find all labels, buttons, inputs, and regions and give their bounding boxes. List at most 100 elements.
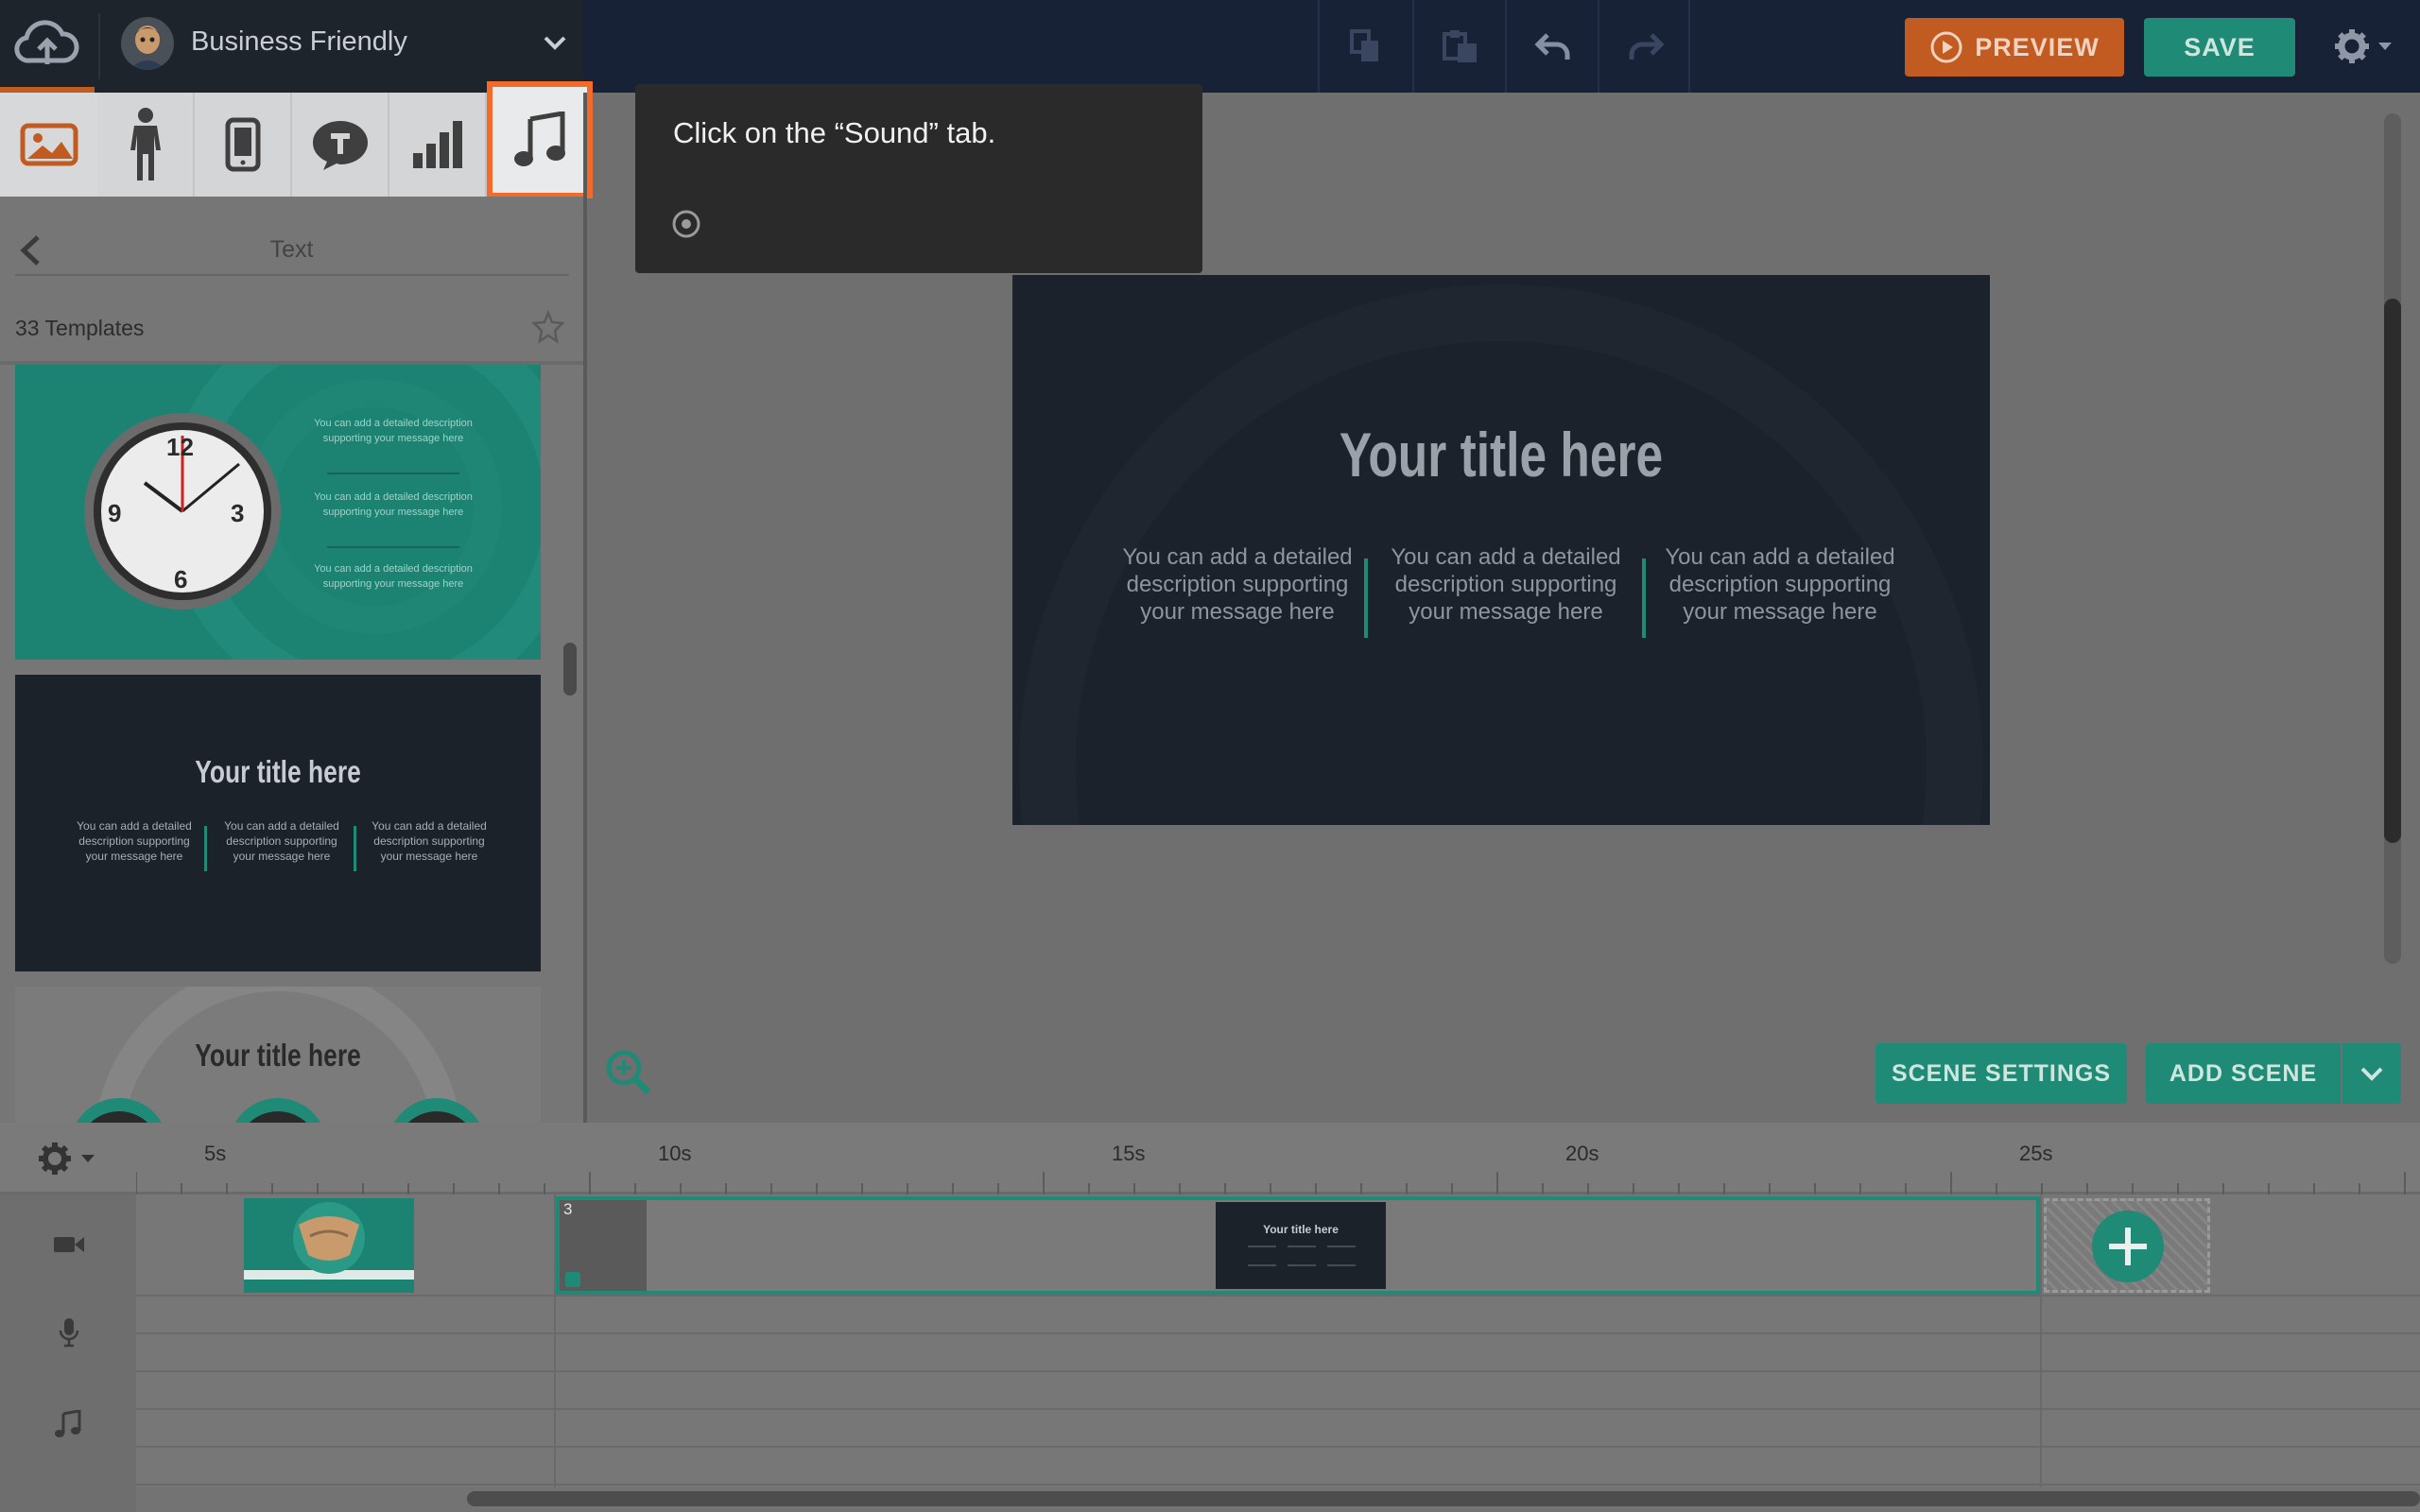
topbar-divider <box>98 13 100 79</box>
tutorial-tooltip: Click on the “Sound” tab. <box>635 84 1202 273</box>
tab-text[interactable] <box>292 93 389 197</box>
speech-bubble-icon <box>312 121 368 170</box>
avatar <box>121 17 174 70</box>
settings-gear-icon[interactable] <box>2335 26 2397 71</box>
scene-handle[interactable] <box>565 1272 580 1287</box>
add-scene-button[interactable]: ADD SCENE <box>2146 1043 2341 1104</box>
template-description: You can add a detailed description suppo… <box>314 491 473 518</box>
timeline-tick-label: 25s <box>2019 1142 2053 1165</box>
mini-text-lines <box>1248 1246 1276 1266</box>
tooltip-step-indicator-icon[interactable] <box>671 209 701 244</box>
scene-block-selected[interactable]: 3 Your title here <box>556 1196 2040 1295</box>
template-description: You can add a detailed description suppo… <box>314 563 473 590</box>
music-note-icon <box>514 112 565 166</box>
tab-charts[interactable] <box>389 93 487 197</box>
person-icon <box>130 108 161 180</box>
scene-thumbnail[interactable]: Your title here <box>1216 1202 1386 1289</box>
timeline-tick-label: 20s <box>1565 1142 1599 1165</box>
template-description: You can add a detailed description suppo… <box>372 819 487 863</box>
asset-tabs <box>0 81 593 198</box>
stage-description: You can add a detailed description suppo… <box>1122 544 1353 625</box>
tab-sound[interactable] <box>487 81 593 198</box>
track-divider <box>136 1446 2420 1448</box>
track-divider <box>136 1295 2420 1297</box>
microphone-icon <box>59 1317 79 1352</box>
tab-images[interactable] <box>0 93 97 197</box>
scene-thumbnail[interactable] <box>244 1198 414 1293</box>
template-description: You can add a detailed description suppo… <box>77 819 192 863</box>
panel-divider <box>15 274 569 276</box>
paste-icon[interactable] <box>1414 0 1507 93</box>
stage-description: You can add a detailed description suppo… <box>1391 544 1621 625</box>
save-button[interactable]: SAVE <box>2144 18 2295 77</box>
panel-scrollbar[interactable] <box>563 643 577 696</box>
cloud-upload-icon[interactable] <box>13 17 79 70</box>
handshake-illustration <box>244 1202 414 1280</box>
copy-icon[interactable] <box>1320 0 1412 93</box>
timeline-tick-label: 10s <box>658 1142 692 1165</box>
add-scene-placeholder[interactable] <box>2044 1198 2210 1293</box>
tab-characters[interactable] <box>97 93 195 197</box>
scene-settings-button[interactable]: SCENE SETTINGS <box>1876 1043 2127 1104</box>
timeline-tick-label: 5s <box>204 1142 227 1165</box>
scene-number: 3 <box>563 1200 573 1218</box>
clock-number: 6 <box>174 565 188 593</box>
stage-divider <box>1364 558 1368 638</box>
preview-button[interactable]: PREVIEW <box>1905 18 2124 77</box>
mini-text-lines <box>1327 1246 1356 1266</box>
mini-title: Your title here <box>1263 1223 1339 1236</box>
tooltip-text: Click on the “Sound” tab. <box>673 116 996 149</box>
template-card[interactable]: 12 3 6 9 You can add a detailed descript… <box>15 365 541 660</box>
favorite-star-icon[interactable] <box>531 309 565 349</box>
track-divider <box>136 1370 2420 1372</box>
track-divider <box>136 1484 2420 1486</box>
clock-number: 9 <box>108 499 122 527</box>
scene-boundary <box>2040 1194 2042 1487</box>
stage-divider <box>1642 558 1646 638</box>
panel-title: Text <box>269 236 314 263</box>
clock-number: 3 <box>231 499 245 527</box>
add-scene-label: ADD SCENE <box>2169 1059 2318 1087</box>
mini-text-lines <box>1288 1246 1316 1266</box>
stage-description: You can add a detailed description suppo… <box>1665 544 1895 625</box>
scene-settings-label: SCENE SETTINGS <box>1891 1059 2112 1087</box>
play-circle-icon <box>1930 31 1962 63</box>
undo-icon[interactable] <box>1507 0 1599 93</box>
chevron-down-icon <box>2360 1067 2383 1081</box>
picture-icon <box>20 123 78 166</box>
project-name[interactable]: Business Friendly <box>191 26 407 58</box>
add-scene-dropdown-button[interactable] <box>2342 1043 2401 1104</box>
timeline-tick-label: 15s <box>1112 1142 1146 1165</box>
template-card[interactable]: Your title here You can add a detailed d… <box>15 675 541 971</box>
phone-icon <box>225 117 260 172</box>
template-title: Your title here <box>195 1038 361 1073</box>
scene-canvas[interactable]: Your title here You can add a detailed d… <box>1012 275 1990 825</box>
template-title: Your title here <box>195 754 361 789</box>
timeline-settings-gear-icon[interactable] <box>36 1140 102 1182</box>
redo-icon[interactable] <box>1599 0 1692 93</box>
track-divider <box>136 1332 2420 1334</box>
canvas-scrollbar-thumb[interactable] <box>2384 299 2401 843</box>
video-camera-icon <box>53 1234 85 1260</box>
template-card[interactable]: Your title here <box>15 987 541 1123</box>
stage-title: Your title here <box>1339 420 1664 490</box>
bar-chart-icon <box>412 121 462 168</box>
plus-circle-icon <box>2092 1211 2164 1282</box>
timeline-scrollbar-thumb[interactable] <box>467 1491 2420 1506</box>
panel-border <box>583 93 587 1123</box>
preview-label: PREVIEW <box>1975 32 2100 61</box>
template-divider <box>327 546 459 548</box>
template-divider <box>204 826 207 871</box>
zoom-in-icon[interactable] <box>605 1049 652 1101</box>
timeline-ticks <box>136 1172 2406 1194</box>
chevron-down-icon[interactable] <box>543 34 567 56</box>
template-description: You can add a detailed description suppo… <box>314 418 473 444</box>
template-divider <box>354 826 356 871</box>
save-label: SAVE <box>2184 32 2256 61</box>
clock-number: 12 <box>166 433 194 461</box>
toolbar-divider <box>1688 0 1690 93</box>
music-note-icon <box>55 1409 81 1443</box>
track-divider <box>136 1408 2420 1410</box>
tab-devices[interactable] <box>195 93 292 197</box>
template-description: You can add a detailed description suppo… <box>224 819 339 863</box>
